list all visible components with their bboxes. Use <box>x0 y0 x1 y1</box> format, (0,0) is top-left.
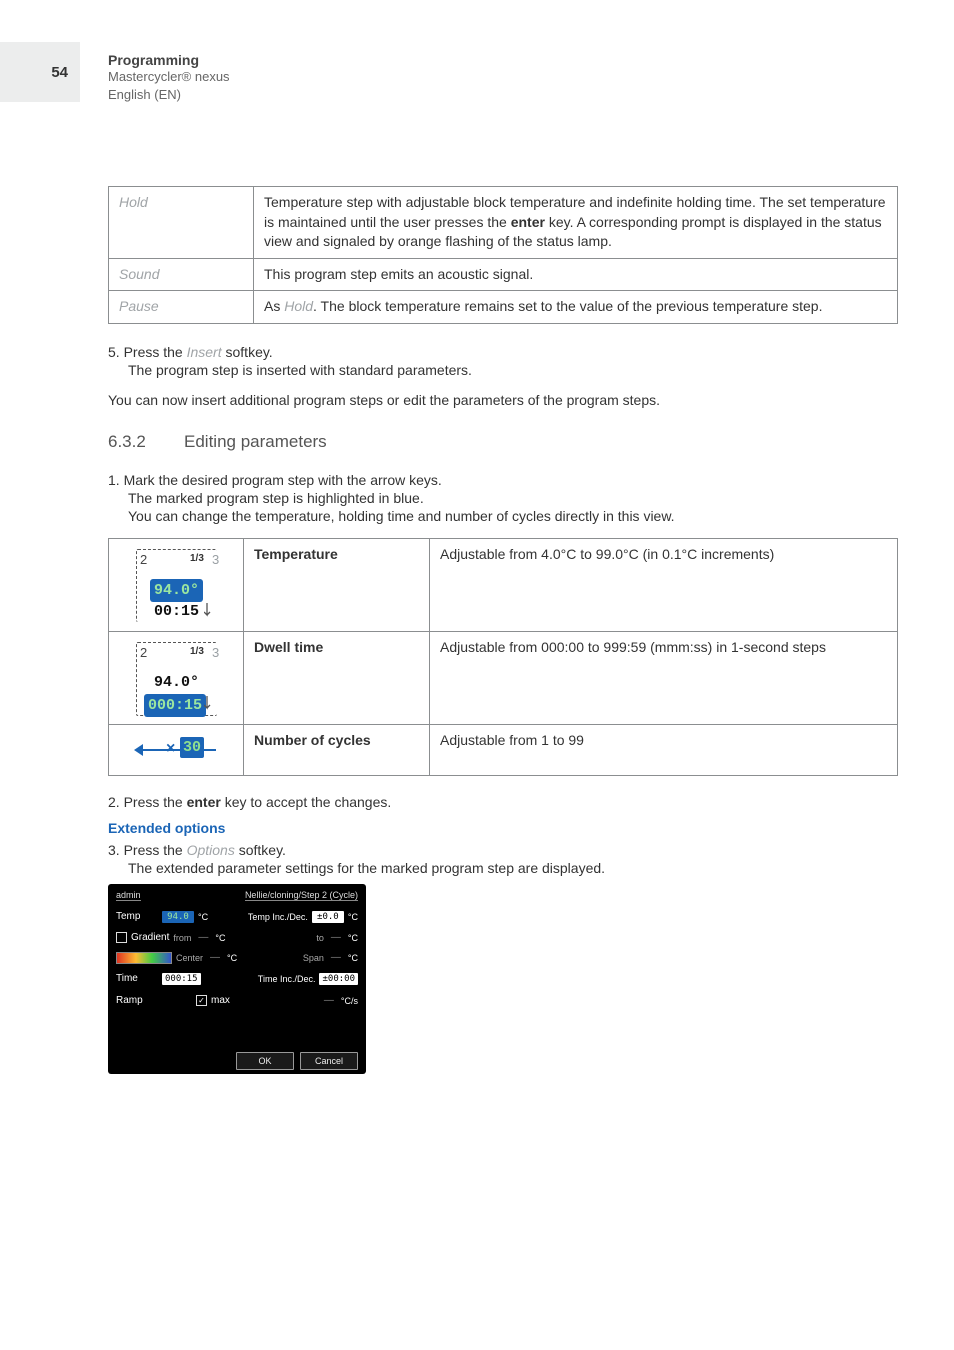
temp-field[interactable]: 94.0 <box>162 911 194 923</box>
after-insert-note: You can now insert additional program st… <box>108 392 898 408</box>
edit-step-1: 1. Mark the desired program step with th… <box>108 472 898 488</box>
ramp-max-checkbox[interactable]: ✓ <box>196 995 207 1006</box>
dwell-icon-cell: 2 1/3 3 94.0° 000:15 <box>109 631 244 724</box>
arrow-down-icon <box>204 601 220 621</box>
extended-options-header: Extended options <box>108 820 898 836</box>
cycles-name: Number of cycles <box>244 724 430 775</box>
cycles-icon: × 30 <box>136 735 216 765</box>
dwell-desc: Adjustable from 000:00 to 999:59 (mmm:ss… <box>430 631 898 724</box>
device-time-row: Time 000:15 Time Inc./Dec. ±00:00 <box>116 968 358 990</box>
gradient-to-field[interactable]: — <box>328 932 344 943</box>
table-row: Pause As Hold. The block temperature rem… <box>109 291 898 324</box>
device-user: admin <box>116 890 141 901</box>
table-row: × 30 Number of cycles Adjustable from 1 … <box>109 724 898 775</box>
edit-step-2: 2. Press the enter key to accept the cha… <box>108 794 898 810</box>
gradient-from-field[interactable]: — <box>195 932 211 943</box>
table-row: Sound This program step emits an acousti… <box>109 258 898 291</box>
cycles-icon-cell: × 30 <box>109 724 244 775</box>
def-pause-label: Pause <box>109 291 254 324</box>
definitions-table: Hold Temperature step with adjustable bl… <box>108 186 898 324</box>
cycles-desc: Adjustable from 1 to 99 <box>430 724 898 775</box>
edit-step-3-result: The extended parameter settings for the … <box>128 860 898 876</box>
dwell-name: Dwell time <box>244 631 430 724</box>
parameter-table: 2 1/3 3 94.0° 00:15 Temperature Adjustab… <box>108 538 898 776</box>
def-sound-label: Sound <box>109 258 254 291</box>
def-hold-desc: Temperature step with adjustable block t… <box>254 187 898 259</box>
table-row: 2 1/3 3 94.0° 000:15 Dwell time Adjustab… <box>109 631 898 724</box>
temp-name: Temperature <box>244 538 430 631</box>
time-field[interactable]: 000:15 <box>162 973 201 985</box>
edit-step-1-sub1: The marked program step is highlighted i… <box>128 490 898 506</box>
section-title: Editing parameters <box>184 432 327 452</box>
cancel-button[interactable]: Cancel <box>300 1052 358 1070</box>
gradient-checkbox[interactable] <box>116 932 127 943</box>
arrow-down-icon <box>204 694 220 714</box>
def-pause-desc: As Hold. The block temperature remains s… <box>254 291 898 324</box>
temp-icon-cell: 2 1/3 3 94.0° 00:15 <box>109 538 244 631</box>
dwell-step-icon: 2 1/3 3 94.0° 000:15 <box>130 638 222 718</box>
time-inc-field[interactable]: ±00:00 <box>319 973 358 985</box>
temperature-step-icon: 2 1/3 3 94.0° 00:15 <box>130 545 222 625</box>
device-gradient-row2: Center — °C Span — °C <box>116 948 358 968</box>
ok-button[interactable]: OK <box>236 1052 294 1070</box>
device-ramp-row: Ramp ✓ max — °C/s <box>116 990 358 1012</box>
step-5: 5. Press the Insert softkey. <box>108 344 898 360</box>
temp-inc-field[interactable]: ±0.0 <box>312 911 344 923</box>
gradient-span-field[interactable]: — <box>328 952 344 963</box>
step-5-result: The program step is inserted with standa… <box>128 362 898 378</box>
gradient-center-field[interactable]: — <box>207 952 223 963</box>
page-number: 54 <box>51 64 68 81</box>
ramp-field[interactable]: — <box>321 995 337 1006</box>
gradient-strip-icon <box>116 952 172 964</box>
device-temp-row: Temp 94.0 °C Temp Inc./Dec. ±0.0 °C <box>116 906 358 928</box>
edit-step-3: 3. Press the Options softkey. <box>108 842 898 858</box>
def-hold-label: Hold <box>109 187 254 259</box>
device-path: Nellie/cloning/Step 2 (Cycle) <box>245 890 358 901</box>
edit-step-1-sub2: You can change the temperature, holding … <box>128 508 898 524</box>
table-row: 2 1/3 3 94.0° 00:15 Temperature Adjustab… <box>109 538 898 631</box>
def-sound-desc: This program step emits an acoustic sign… <box>254 258 898 291</box>
section-number: 6.3.2 <box>108 432 156 452</box>
header-lang: English (EN) <box>108 86 230 104</box>
device-screenshot: admin Nellie/cloning/Step 2 (Cycle) Temp… <box>108 884 366 1074</box>
table-row: Hold Temperature step with adjustable bl… <box>109 187 898 259</box>
device-gradient-row1: Gradient from — °C to — °C <box>116 928 358 948</box>
arrow-left-icon <box>134 744 143 756</box>
temp-desc: Adjustable from 4.0°C to 99.0°C (in 0.1°… <box>430 538 898 631</box>
header-title: Programming <box>108 52 230 68</box>
header-product: Mastercycler® nexus <box>108 68 230 86</box>
